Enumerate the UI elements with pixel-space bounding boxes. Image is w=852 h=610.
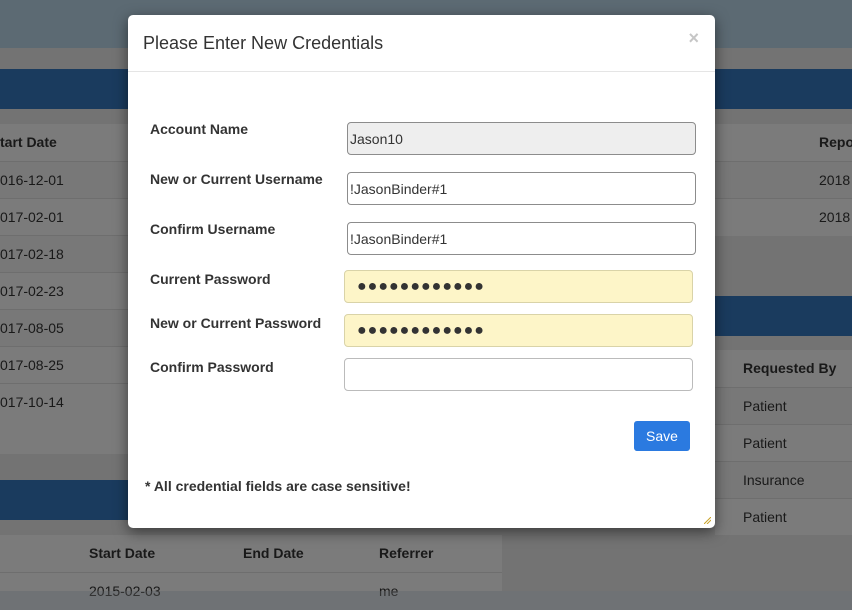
new-password-field[interactable] — [344, 314, 693, 347]
current-password-field[interactable] — [344, 270, 693, 303]
confirm-password-field[interactable] — [344, 358, 693, 391]
save-button[interactable]: Save — [634, 421, 690, 451]
confirm-password-label: Confirm Password — [150, 359, 274, 375]
modal-header: Please Enter New Credentials × — [128, 15, 715, 72]
credentials-modal: Please Enter New Credentials × Account N… — [128, 15, 715, 528]
case-sensitive-note: * All credential fields are case sensiti… — [145, 478, 411, 494]
username-field[interactable] — [347, 172, 696, 205]
account-name-field[interactable] — [347, 122, 696, 155]
account-name-label: Account Name — [150, 121, 249, 137]
close-icon[interactable]: × — [688, 28, 699, 49]
username-label: New or Current Username — [150, 171, 323, 187]
new-password-label: New or Current Password — [150, 315, 322, 331]
modal-title: Please Enter New Credentials — [143, 33, 384, 53]
current-password-label: Current Password — [150, 271, 271, 287]
resize-grip-icon[interactable] — [704, 517, 711, 524]
confirm-username-label: Confirm Username — [150, 221, 276, 237]
confirm-username-field[interactable] — [347, 222, 696, 255]
